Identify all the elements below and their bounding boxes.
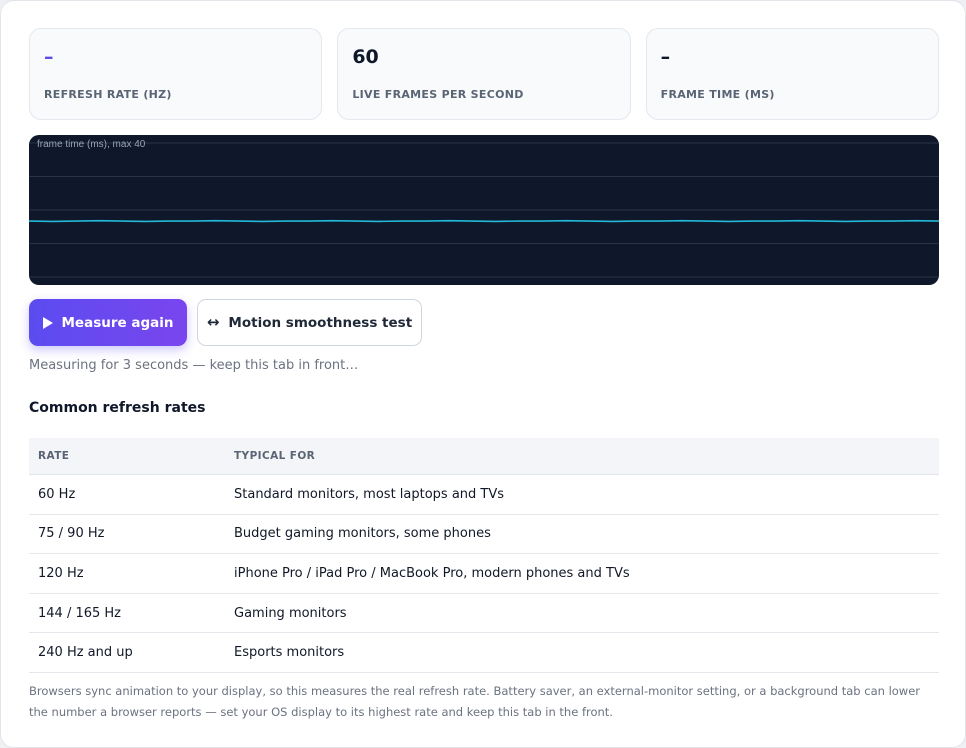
play-icon <box>42 316 53 329</box>
table-row: 240 Hz and up Esports monitors <box>29 633 939 673</box>
table-row: 144 / 165 Hz Gaming monitors <box>29 594 939 634</box>
frame-time-plot <box>29 142 939 278</box>
table-row: 75 / 90 Hz Budget gaming monitors, some … <box>29 515 939 555</box>
rate-cell: 60 Hz <box>38 486 76 502</box>
typical-cell: Gaming monitors <box>234 605 347 621</box>
table-row: 60 Hz Standard monitors, most laptops an… <box>29 475 939 515</box>
footnote: Browsers sync animation to your display,… <box>29 684 921 719</box>
live-fps-label: LIVE FRAMES PER SECOND <box>352 88 524 101</box>
rate-cell: 240 Hz and up <box>38 645 133 661</box>
motion-smoothness-button[interactable]: ↔ Motion smoothness test <box>197 299 422 346</box>
common-rates-title: Common refresh rates <box>29 400 206 416</box>
stats-row: – REFRESH RATE (HZ) 60 LIVE FRAMES PER S… <box>29 28 939 120</box>
refresh-rate-card: – REFRESH RATE (HZ) 60 LIVE FRAMES PER S… <box>0 0 966 748</box>
table-header: RATE TYPICAL FOR <box>29 438 939 475</box>
typical-cell: Budget gaming monitors, some phones <box>234 526 491 542</box>
stat-frame-time: – FRAME TIME (MS) <box>645 28 939 120</box>
refresh-rates-table: RATE TYPICAL FOR 60 Hz Standard monitors… <box>29 438 939 673</box>
typical-cell: Esports monitors <box>234 645 345 661</box>
header-typical-for: TYPICAL FOR <box>234 450 316 462</box>
stat-refresh-rate: – REFRESH RATE (HZ) <box>29 28 323 120</box>
rate-cell: 120 Hz <box>38 565 84 581</box>
measure-again-button[interactable]: Measure again <box>29 299 187 346</box>
graph-caption: frame time (ms), max 40 <box>37 139 146 150</box>
frame-time-value: – <box>660 46 671 68</box>
stat-live-fps: 60 LIVE FRAMES PER SECOND <box>337 28 631 120</box>
refresh-rate-value: – <box>44 46 54 68</box>
refresh-rate-label: REFRESH RATE (HZ) <box>44 88 172 101</box>
frame-time-label: FRAME TIME (MS) <box>660 88 775 101</box>
rate-cell: 144 / 165 Hz <box>38 605 122 621</box>
frame-time-line <box>29 219 939 223</box>
motion-smoothness-label: Motion smoothness test <box>228 314 413 331</box>
rate-cell: 75 / 90 Hz <box>38 526 105 542</box>
header-rate: RATE <box>38 450 70 462</box>
typical-cell: iPhone Pro / iPad Pro / MacBook Pro, mod… <box>234 565 630 581</box>
table-row: 120 Hz iPhone Pro / iPad Pro / MacBook P… <box>29 554 939 594</box>
left-right-arrows-icon: ↔ <box>206 313 220 331</box>
measure-again-label: Measure again <box>61 314 174 331</box>
frame-time-graph: frame time (ms), max 40 <box>29 135 939 285</box>
typical-cell: Standard monitors, most laptops and TVs <box>234 486 505 502</box>
live-fps-value: 60 <box>352 46 379 68</box>
measuring-status: Measuring for 3 seconds — keep this tab … <box>29 358 359 373</box>
